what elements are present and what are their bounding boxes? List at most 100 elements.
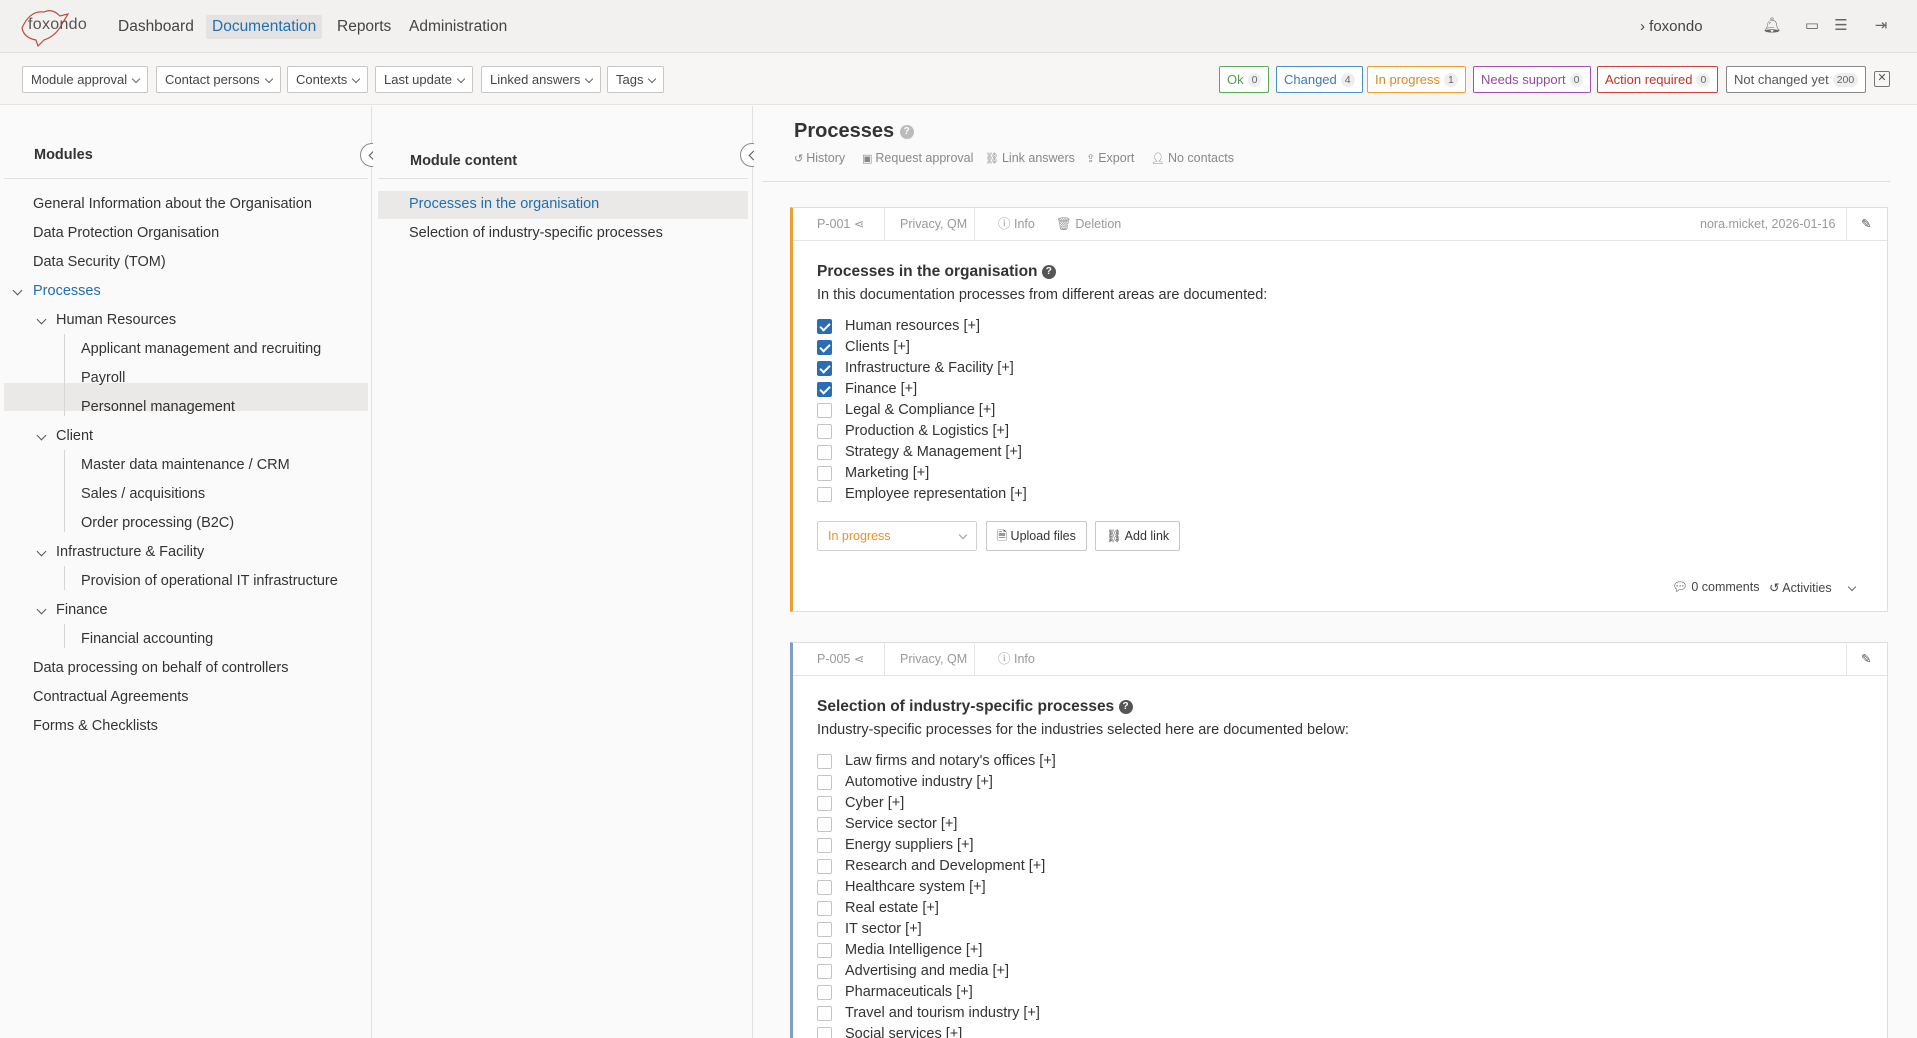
question-id[interactable]: P-005 ⋖ [817, 643, 864, 675]
filter-contact-persons[interactable]: Contact persons [156, 66, 281, 93]
module-item[interactable]: Forms & Checklists [33, 718, 158, 734]
status-changed-badge[interactable]: Changed 4 [1276, 66, 1363, 93]
request-approval-link[interactable]: ▣ Request approval [862, 151, 973, 165]
user-menu-link[interactable]: › foxondo [1640, 18, 1703, 35]
help-icon[interactable]: ? [1041, 264, 1056, 279]
filter-linked-answers[interactable]: Linked answers [481, 66, 602, 93]
module-item[interactable]: Data processing on behalf of controllers [33, 660, 289, 676]
question-id[interactable]: P-001 ⋖ [817, 208, 864, 240]
checkbox[interactable] [817, 445, 832, 460]
checkbox[interactable] [817, 403, 832, 418]
module-item[interactable]: Data Security (TOM) [33, 254, 166, 270]
status-in-progress-badge[interactable]: In progress 1 [1367, 66, 1466, 93]
comment-icon: 💬︎ [1672, 580, 1688, 594]
chevron-down-icon[interactable] [36, 430, 47, 441]
module-item[interactable]: Human Resources [56, 312, 176, 328]
module-item[interactable]: Infrastructure & Facility [56, 544, 204, 560]
deletion-link[interactable]: 🗑︎ Deletion [1056, 208, 1121, 240]
export-link[interactable]: ⇪ Export [1086, 151, 1134, 165]
status-action-required-badge[interactable]: Action required 0 [1597, 66, 1719, 93]
filter-last-update[interactable]: Last update [375, 66, 473, 93]
chevron-down-icon[interactable] [36, 604, 47, 615]
checkbox[interactable] [817, 922, 832, 937]
content-item-processes-in-org[interactable]: Processes in the organisation [409, 196, 599, 212]
checkbox[interactable] [817, 1006, 832, 1021]
module-item[interactable]: Data Protection Organisation [33, 225, 219, 241]
status-ok-badge[interactable]: Ok 0 [1219, 66, 1270, 93]
option-label: Healthcare system [+] [845, 879, 986, 895]
menu-icon[interactable]: ☰ [1831, 16, 1851, 36]
checkbox[interactable] [817, 487, 832, 502]
history-link[interactable]: ↺ History [794, 151, 845, 165]
clear-filters-icon[interactable]: ✕ [1874, 71, 1890, 87]
module-item[interactable]: Financial accounting [81, 631, 213, 647]
module-item[interactable]: Finance [56, 602, 108, 618]
filter-module-approval[interactable]: Module approval [22, 66, 149, 93]
edit-icon[interactable]: ✎ [1861, 643, 1871, 675]
status-not-changed-badge[interactable]: Not changed yet 200 [1726, 66, 1867, 93]
nav-reports[interactable]: Reports [337, 18, 391, 36]
status-needs-support-badge[interactable]: Needs support 0 [1473, 66, 1592, 93]
module-item[interactable]: General Information about the Organisati… [33, 196, 312, 212]
comments-link[interactable]: 💬︎ 0 comments [1672, 580, 1759, 595]
contact-card-icon[interactable]: ▭ [1802, 16, 1822, 36]
chevron-down-icon[interactable] [12, 285, 23, 296]
activities-link[interactable]: ↺ Activities [1769, 580, 1857, 595]
checkbox[interactable] [817, 838, 832, 853]
question-tags[interactable]: Privacy, QM [900, 208, 967, 240]
card-header: P-001 ⋖ Privacy, QM ⓘ Info 🗑︎ Deletion n… [793, 208, 1887, 241]
module-item[interactable]: Contractual Agreements [33, 689, 189, 705]
chevron-down-icon[interactable] [36, 546, 47, 557]
checkbox[interactable] [817, 943, 832, 958]
module-item[interactable]: Payroll [81, 370, 125, 386]
checkbox[interactable] [817, 319, 832, 334]
checkbox[interactable] [817, 859, 832, 874]
checkbox[interactable] [817, 901, 832, 916]
checkbox[interactable] [817, 775, 832, 790]
checkbox[interactable] [817, 796, 832, 811]
nav-documentation[interactable]: Documentation [206, 15, 323, 39]
clipboard-icon: ▣ [862, 153, 873, 165]
question-card: P-005 ⋖ Privacy, QM ⓘ Info ✎ Selection o… [790, 642, 1888, 1038]
module-item[interactable]: Sales / acquisitions [81, 486, 205, 502]
checkbox[interactable] [817, 382, 832, 397]
checkbox[interactable] [817, 424, 832, 439]
logo-text: foxondo [28, 16, 88, 33]
nav-administration[interactable]: Administration [409, 18, 507, 36]
content-item-industry-specific[interactable]: Selection of industry-specific processes [409, 225, 663, 241]
module-item[interactable]: Order processing (B2C) [81, 515, 234, 531]
chevron-down-icon[interactable] [36, 314, 47, 325]
module-item[interactable]: Personnel management [81, 399, 235, 415]
module-item-processes[interactable]: Processes [33, 283, 101, 299]
help-icon[interactable]: ? [899, 124, 914, 139]
upload-files-button[interactable]: 🗎︎ Upload files [986, 521, 1087, 551]
checkbox[interactable] [817, 466, 832, 481]
no-contacts-link[interactable]: 👤︎ No contacts [1151, 151, 1234, 165]
status-select[interactable]: In progress [817, 521, 977, 551]
help-icon[interactable]: ? [1118, 699, 1133, 714]
checkbox[interactable] [817, 1027, 832, 1038]
edit-icon[interactable]: ✎ [1861, 208, 1871, 240]
module-item[interactable]: Master data maintenance / CRM [81, 457, 290, 473]
link-answers-link[interactable]: ⛓ Link answers [985, 151, 1075, 165]
checkbox[interactable] [817, 754, 832, 769]
module-item[interactable]: Provision of operational IT infrastructu… [81, 573, 338, 589]
filter-tags[interactable]: Tags [607, 66, 665, 93]
add-link-button[interactable]: ⛓ Add link [1095, 521, 1181, 551]
checkbox[interactable] [817, 880, 832, 895]
foxondo-logo[interactable]: foxondo [16, 6, 88, 48]
bell-icon[interactable]: 🔔︎ [1762, 16, 1782, 36]
nav-dashboard[interactable]: Dashboard [118, 18, 194, 36]
checkbox[interactable] [817, 361, 832, 376]
checkbox[interactable] [817, 964, 832, 979]
info-link[interactable]: ⓘ Info [998, 643, 1035, 675]
checkbox[interactable] [817, 340, 832, 355]
module-item[interactable]: Client [56, 428, 93, 444]
question-tags[interactable]: Privacy, QM [900, 643, 967, 675]
checkbox[interactable] [817, 817, 832, 832]
module-item[interactable]: Applicant management and recruiting [81, 341, 321, 357]
info-link[interactable]: ⓘ Info [998, 208, 1035, 240]
checkbox[interactable] [817, 985, 832, 1000]
logout-icon[interactable]: ⇥ [1871, 16, 1891, 36]
filter-contexts[interactable]: Contexts [287, 66, 369, 93]
